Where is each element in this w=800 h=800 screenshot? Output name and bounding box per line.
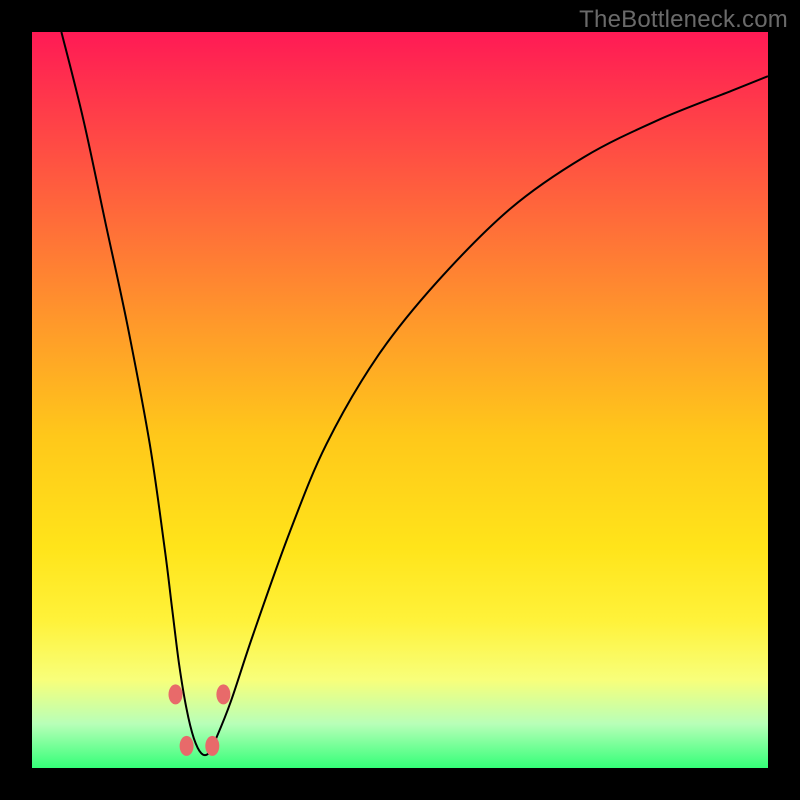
bottleneck-curve bbox=[61, 32, 768, 755]
bottleneck-chart bbox=[32, 32, 768, 768]
marker-dot-2 bbox=[180, 736, 194, 756]
marker-dot-0 bbox=[169, 684, 183, 704]
marker-group bbox=[169, 684, 231, 756]
watermark-text: TheBottleneck.com bbox=[579, 6, 788, 34]
marker-dot-1 bbox=[216, 684, 230, 704]
marker-dot-3 bbox=[205, 736, 219, 756]
